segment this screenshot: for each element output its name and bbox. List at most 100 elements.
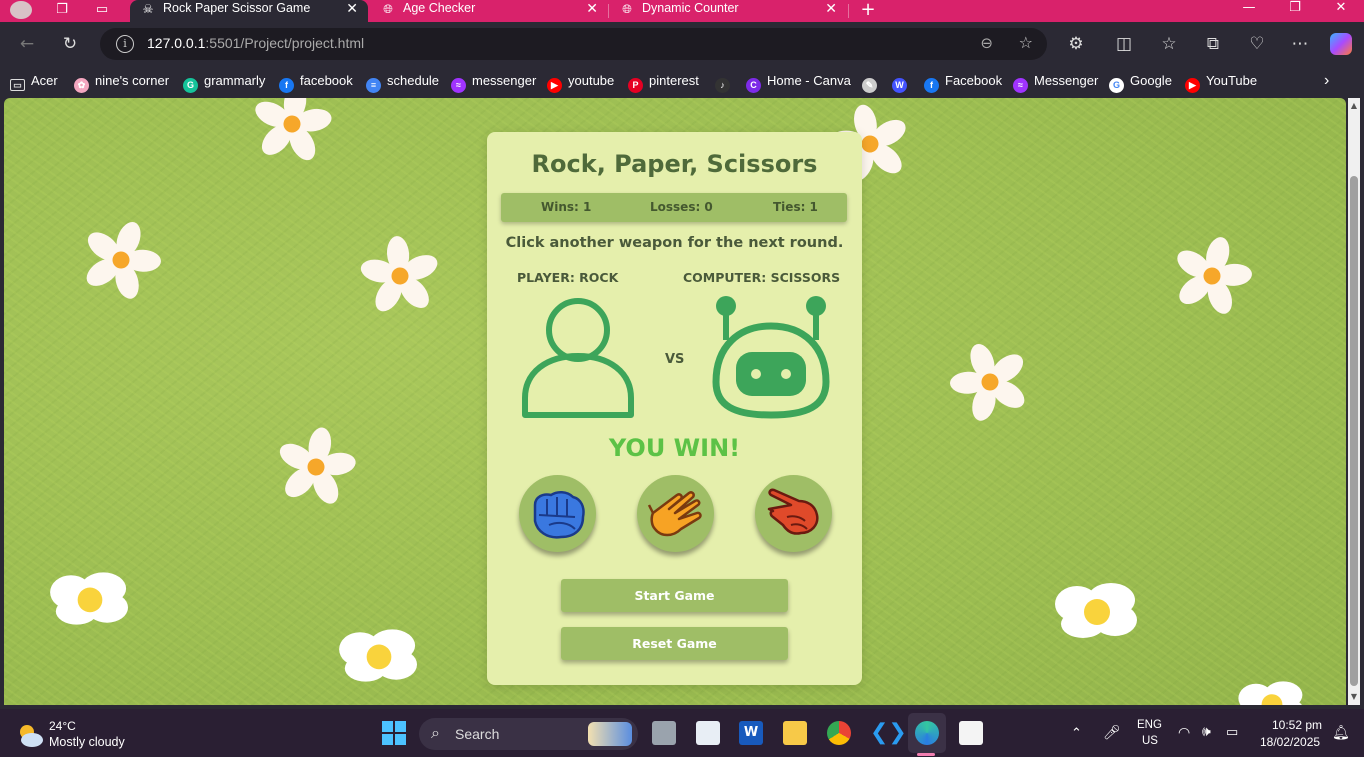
new-tab-icon[interactable]: + xyxy=(858,1,878,19)
favorite-star-icon[interactable]: ☆ xyxy=(1019,33,1033,52)
reset-game-button[interactable]: Reset Game xyxy=(561,627,788,660)
microphone-icon[interactable]: 🎤︎ xyxy=(1103,724,1121,741)
close-tab-icon[interactable]: ✕ xyxy=(346,0,358,17)
ties-count: Ties: 1 xyxy=(773,200,818,214)
more-menu-icon[interactable]: ⋯ xyxy=(1288,32,1312,56)
bookmark-home-canva[interactable]: C Home - Canva xyxy=(746,72,851,93)
address-bar[interactable]: i 127.0.0.1:5501/Project/project.html ⊖ … xyxy=(100,28,1047,60)
tab-dynamic-counter[interactable]: 🌐︎ Dynamic Counter ✕ xyxy=(609,0,847,22)
refresh-icon[interactable]: ↻ xyxy=(58,32,82,56)
minimize-icon[interactable]: — xyxy=(1226,0,1272,22)
favorites-icon[interactable]: ☆ xyxy=(1157,32,1181,56)
copilot-icon[interactable] xyxy=(1330,33,1352,55)
tab-strip: ❐ ▭ ☠ Rock Paper Scissor Game ✕ 🌐︎ Age C… xyxy=(0,0,1364,22)
search-icon: ⌕ xyxy=(431,723,440,742)
bookmark-label: youtube xyxy=(568,73,615,88)
scroll-down-icon[interactable]: ▼ xyxy=(1348,691,1360,703)
bookmark-pen[interactable]: ✎ xyxy=(862,72,883,93)
volume-icon[interactable]: 🕪︎ xyxy=(1202,723,1211,740)
more-bookmarks-chevron-icon[interactable]: › xyxy=(1324,72,1329,92)
wins-count: Wins: 1 xyxy=(541,200,592,214)
paper-hand-icon xyxy=(647,491,702,537)
bookmark-label: YouTube xyxy=(1206,73,1258,88)
clock-date[interactable]: 18/02/2025 xyxy=(1260,735,1320,749)
paper-button[interactable] xyxy=(637,475,714,552)
site-info-icon[interactable]: i xyxy=(116,35,134,53)
page-viewport: Rock, Paper, Scissors Wins: 1 Losses: 0 … xyxy=(0,98,1364,709)
word-icon[interactable]: W xyxy=(739,721,763,745)
weather-widget[interactable]: 24°C Mostly cloudy xyxy=(16,719,146,751)
youtube-icon: ▶ xyxy=(547,78,562,93)
facebook-icon: f xyxy=(279,78,294,93)
clock-time[interactable]: 10:52 pm xyxy=(1272,718,1322,732)
bookmark-mp3[interactable]: ♪ xyxy=(715,72,736,93)
close-tab-icon[interactable]: ✕ xyxy=(825,0,837,17)
mp3-icon: ♪ xyxy=(715,78,730,93)
snipping-tool-icon[interactable] xyxy=(959,721,983,745)
wifi-icon[interactable]: ◠ xyxy=(1178,724,1190,741)
collections-icon[interactable]: ⧉ xyxy=(1201,32,1225,56)
extensions-icon[interactable]: ⚙ xyxy=(1064,32,1088,56)
tab-age-checker[interactable]: 🌐︎ Age Checker ✕ xyxy=(370,0,608,22)
bookmark-schedule[interactable]: ≡ schedule xyxy=(366,72,439,93)
player-choice-label: PLAYER: ROCK xyxy=(517,270,619,285)
battery-icon[interactable]: ▭ xyxy=(1226,724,1238,740)
close-tab-icon[interactable]: ✕ xyxy=(586,0,598,17)
url-text[interactable]: 127.0.0.1:5501/Project/project.html xyxy=(147,35,364,51)
back-icon[interactable]: ← xyxy=(15,32,39,56)
webflow-icon: W xyxy=(892,78,907,93)
zoom-icon[interactable]: ⊖ xyxy=(980,34,993,52)
browser-essentials-icon[interactable]: ♡ xyxy=(1245,32,1269,56)
taskbar-search[interactable]: ⌕ Search xyxy=(419,718,638,750)
split-screen-icon[interactable]: ◫ xyxy=(1112,32,1136,56)
scroll-up-icon[interactable]: ▲ xyxy=(1348,100,1360,112)
search-highlight-icon xyxy=(588,722,632,746)
region-indicator[interactable]: US xyxy=(1142,735,1158,747)
pinterest-icon: P xyxy=(628,78,643,93)
rock-button[interactable] xyxy=(519,475,596,552)
windows-start-icon[interactable] xyxy=(382,721,406,745)
tab-actions-icon[interactable]: ▭ xyxy=(92,1,112,19)
bookmark-nine-s-corner[interactable]: ✿ nine's corner xyxy=(74,72,170,93)
bookmark-label: nine's corner xyxy=(95,73,170,88)
profile-avatar-icon[interactable] xyxy=(10,1,32,19)
computer-choice-label: COMPUTER: SCISSORS xyxy=(683,270,841,285)
show-hidden-icons-icon[interactable]: ⌃ xyxy=(1071,725,1082,741)
grammarly-icon: G xyxy=(183,78,198,93)
scrollbar-thumb[interactable] xyxy=(1350,176,1358,686)
scissors-button[interactable] xyxy=(755,475,832,552)
game-title: Rock, Paper, Scissors xyxy=(531,150,818,178)
bookmark-pinterest[interactable]: Ppinterest xyxy=(628,72,699,93)
bookmark-webflow[interactable]: W xyxy=(892,72,913,93)
restore-icon[interactable]: ❐ xyxy=(1272,0,1318,22)
file-explorer-icon[interactable] xyxy=(783,721,807,745)
start-game-button[interactable]: Start Game xyxy=(561,579,788,612)
bookmark-messenger[interactable]: ≈ messenger xyxy=(451,72,536,93)
bookmark-google[interactable]: G Google xyxy=(1109,72,1172,93)
chrome-icon[interactable] xyxy=(827,721,851,745)
bookmark-grammarly[interactable]: Ggrammarly xyxy=(183,72,265,93)
vscode-icon[interactable]: ❮❯ xyxy=(870,721,907,745)
notifications-icon[interactable]: 🔔︎ xyxy=(1332,724,1350,741)
bookmark-label: pinterest xyxy=(649,73,699,88)
tab-divider xyxy=(848,4,849,18)
workspaces-icon[interactable]: ❐ xyxy=(52,1,72,19)
canva-icon: C xyxy=(746,78,761,93)
edge-icon[interactable] xyxy=(915,721,939,745)
windows-taskbar: 24°C Mostly cloudy ⌕ Search W ❮❯ ⌃ 🎤︎ EN… xyxy=(0,709,1364,757)
close-window-icon[interactable]: ✕ xyxy=(1318,0,1364,22)
notepad-icon[interactable] xyxy=(696,721,720,745)
bookmark-facebook[interactable]: f Facebook xyxy=(924,72,1002,93)
tab-rock-paper-scissor[interactable]: ☠ Rock Paper Scissor Game ✕ xyxy=(130,0,368,22)
bookmark-acer[interactable]: ▭ Acer xyxy=(10,72,58,92)
losses-count: Losses: 0 xyxy=(650,200,713,214)
bookmark-facebook[interactable]: f facebook xyxy=(279,72,353,93)
bookmark-youtube[interactable]: ▶ YouTube xyxy=(1185,72,1258,93)
bookmark-youtube[interactable]: ▶ youtube xyxy=(547,72,615,93)
language-indicator[interactable]: ENG xyxy=(1137,719,1162,731)
flower-icon: ✿ xyxy=(74,78,89,93)
task-view-icon[interactable] xyxy=(652,721,676,745)
bookmark-messenger[interactable]: ≈ Messenger xyxy=(1013,72,1098,93)
partly-cloudy-icon xyxy=(20,725,43,747)
page-scrollbar[interactable]: ▲ ▼ xyxy=(1348,98,1360,705)
